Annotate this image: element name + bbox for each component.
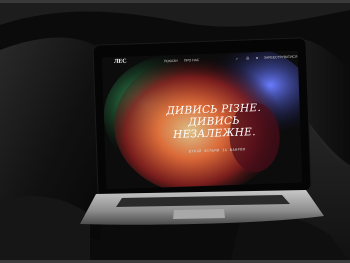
site-logo[interactable]: ЛЕС <box>114 59 127 65</box>
laptop-screen: ЛЕС ПОКАЗИ ПРО НАС ⌕ ◎ ● ЗАРЕЄСТРУВАТИСЯ… <box>101 50 303 190</box>
register-link[interactable]: ЗАРЕЄСТРУВАТИСЯ <box>264 55 298 60</box>
mockup-scene: ЛЕС ПОКАЗИ ПРО НАС ⌕ ◎ ● ЗАРЕЄСТРУВАТИСЯ… <box>0 0 350 263</box>
trackpad <box>173 209 225 219</box>
laptop-base <box>80 190 324 225</box>
search-icon[interactable]: ⌕ <box>236 56 241 61</box>
frame-top <box>0 0 350 3</box>
nav-link-shows[interactable]: ПОКАЗИ <box>164 59 178 63</box>
user-icon[interactable]: ● <box>256 55 261 60</box>
globe-icon[interactable]: ◎ <box>246 55 251 60</box>
hero-headline: ДИВИСЬ РІЗНЕ. ДИВИСЬ НЕЗАЛЕЖНЕ. <box>133 101 294 143</box>
nav-link-about[interactable]: ПРО НАС <box>184 58 199 63</box>
